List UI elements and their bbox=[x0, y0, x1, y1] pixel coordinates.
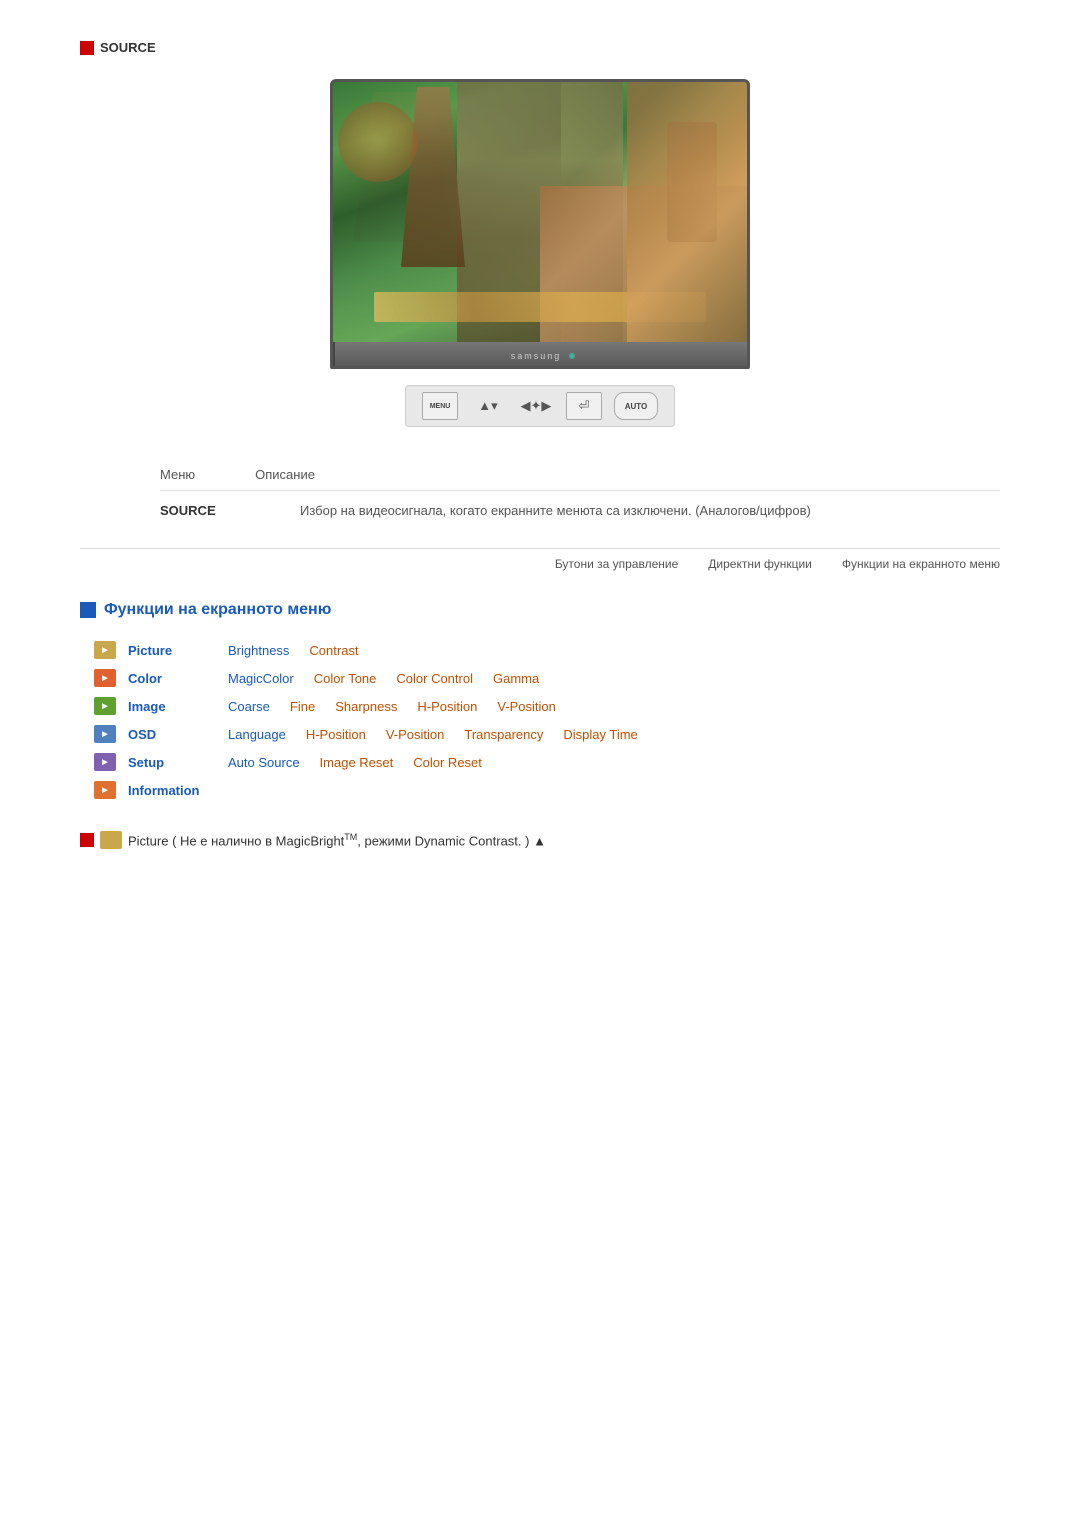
color-icon: ▶ bbox=[94, 669, 116, 687]
menu-row-setup: ▶ Setup Auto Source Image Reset Color Re… bbox=[90, 751, 1000, 773]
osd-subitem-language[interactable]: Language bbox=[228, 727, 286, 742]
menu-row-osd: ▶ OSD Language H-Position V-Position Tra… bbox=[90, 723, 1000, 745]
source-icon bbox=[80, 41, 94, 55]
monitor-frame: samsung bbox=[330, 79, 750, 369]
color-subitem-colortone[interactable]: Color Tone bbox=[314, 671, 377, 686]
osd-subitem-transparency[interactable]: Transparency bbox=[464, 727, 543, 742]
enter-button[interactable]: ⏎ bbox=[566, 392, 602, 420]
monitor-bottom: samsung bbox=[333, 342, 750, 369]
osd-subitem-vposition[interactable]: V-Position bbox=[386, 727, 445, 742]
monitor-container: samsung MENU ▲▾ ◀✦▶ ⏎ AUTO bbox=[80, 79, 1000, 427]
picture-subitem-brightness[interactable]: Brightness bbox=[228, 643, 289, 658]
table-row: SOURCE Избор на видеосигнала, когато екр… bbox=[160, 503, 1000, 518]
picture-icon-cell: ▶ bbox=[90, 639, 120, 661]
image-subitem-fine[interactable]: Fine bbox=[290, 699, 315, 714]
image-subitem-hposition[interactable]: H-Position bbox=[417, 699, 477, 714]
source-header: SOURCE bbox=[80, 40, 1000, 55]
monitor-led bbox=[569, 353, 575, 359]
image-subitem-sharpness[interactable]: Sharpness bbox=[335, 699, 397, 714]
footer-note: Picture ( Не е налично в MagicBrightTM, … bbox=[80, 831, 1000, 849]
footer-text: Picture ( Не е налично в MagicBrightTM, … bbox=[128, 832, 546, 848]
table-section: Меню Описание SOURCE Избор на видеосигна… bbox=[160, 467, 1000, 518]
footer-picture-icon bbox=[100, 831, 122, 849]
setup-subitem-imagereset[interactable]: Image Reset bbox=[320, 755, 394, 770]
table-desc-source: Избор на видеосигнала, когато екранните … bbox=[300, 503, 811, 518]
menu-name-picture[interactable]: Picture bbox=[128, 643, 228, 658]
menu-name-setup[interactable]: Setup bbox=[128, 755, 228, 770]
auto-button[interactable]: AUTO bbox=[614, 392, 658, 420]
tab-direct-functions[interactable]: Директни функции bbox=[708, 557, 812, 571]
menu-row-information: ▶ Information bbox=[90, 779, 1000, 801]
color-subitem-gamma[interactable]: Gamma bbox=[493, 671, 539, 686]
tab-osd-functions[interactable]: Функции на екранното меню bbox=[842, 557, 1000, 571]
table-header: Меню Описание bbox=[160, 467, 1000, 491]
picture-icon: ▶ bbox=[94, 641, 116, 659]
footer-source-icon bbox=[80, 833, 94, 847]
menu-name-osd[interactable]: OSD bbox=[128, 727, 228, 742]
osd-icon-cell: ▶ bbox=[90, 723, 120, 745]
osd-menu-icon: ▶ bbox=[94, 725, 116, 743]
brightness-button[interactable]: ▲▾ bbox=[470, 392, 506, 420]
menu-row-image: ▶ Image Coarse Fine Sharpness H-Position… bbox=[90, 695, 1000, 717]
info-icon-cell: ▶ bbox=[90, 779, 120, 801]
image-icon: ▶ bbox=[94, 697, 116, 715]
osd-title: Функции на екранното меню bbox=[104, 601, 331, 619]
setup-subitem-colorreset[interactable]: Color Reset bbox=[413, 755, 482, 770]
menu-button[interactable]: MENU bbox=[422, 392, 458, 420]
setup-icon: ▶ bbox=[94, 753, 116, 771]
osd-header: Функции на екранното меню bbox=[80, 601, 1000, 619]
color-subitem-colorcontrol[interactable]: Color Control bbox=[396, 671, 473, 686]
adjust-button[interactable]: ◀✦▶ bbox=[518, 392, 554, 420]
color-subitem-magiccolor[interactable]: MagicColor bbox=[228, 671, 294, 686]
osd-subitem-displaytime[interactable]: Display Time bbox=[563, 727, 637, 742]
source-label: SOURCE bbox=[100, 40, 156, 55]
color-icon-cell: ▶ bbox=[90, 667, 120, 689]
controls-bar: MENU ▲▾ ◀✦▶ ⏎ AUTO bbox=[405, 385, 675, 427]
nav-tabs: Бутони за управление Директни функции Фу… bbox=[80, 548, 1000, 571]
info-icon: ▶ bbox=[94, 781, 116, 799]
table-menu-source: SOURCE bbox=[160, 503, 240, 518]
menu-row-picture: ▶ Picture Brightness Contrast bbox=[90, 639, 1000, 661]
table-col-desc: Описание bbox=[255, 467, 315, 482]
osd-subitem-hposition[interactable]: H-Position bbox=[306, 727, 366, 742]
setup-icon-cell: ▶ bbox=[90, 751, 120, 773]
picture-subitem-contrast[interactable]: Contrast bbox=[309, 643, 358, 658]
monitor-brand: samsung bbox=[511, 351, 562, 361]
image-subitem-coarse[interactable]: Coarse bbox=[228, 699, 270, 714]
tab-control-buttons[interactable]: Бутони за управление bbox=[555, 557, 678, 571]
menu-name-image[interactable]: Image bbox=[128, 699, 228, 714]
menu-name-information[interactable]: Information bbox=[128, 783, 228, 798]
menu-row-color: ▶ Color MagicColor Color Tone Color Cont… bbox=[90, 667, 1000, 689]
image-icon-cell: ▶ bbox=[90, 695, 120, 717]
table-col-menu: Меню bbox=[160, 467, 195, 482]
menu-grid: ▶ Picture Brightness Contrast ▶ Color Ma… bbox=[90, 639, 1000, 801]
setup-subitem-autosource[interactable]: Auto Source bbox=[228, 755, 300, 770]
image-subitem-vposition[interactable]: V-Position bbox=[497, 699, 556, 714]
osd-section: Функции на екранното меню ▶ Picture Brig… bbox=[80, 601, 1000, 801]
osd-section-icon bbox=[80, 602, 96, 618]
menu-name-color[interactable]: Color bbox=[128, 671, 228, 686]
monitor-screen bbox=[333, 82, 747, 342]
